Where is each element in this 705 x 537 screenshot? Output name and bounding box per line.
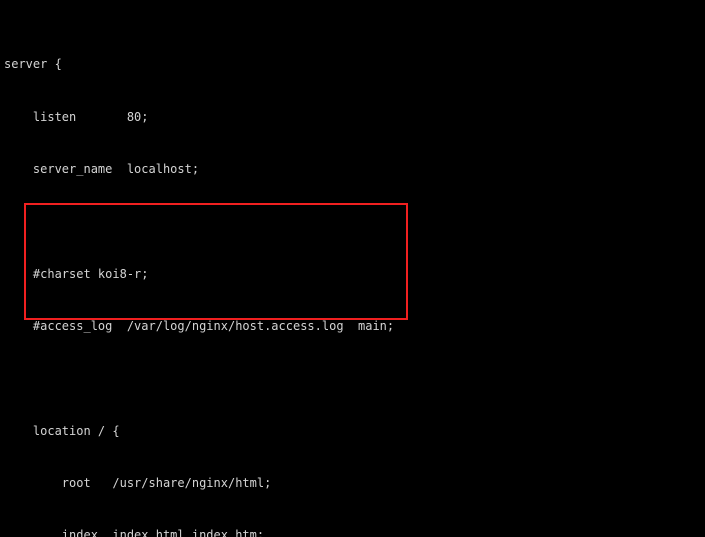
code-line: root /usr/share/nginx/html;	[4, 476, 272, 491]
code-line: server_name localhost;	[4, 162, 200, 177]
config-file-text[interactable]: server { listen 80; server_name localhos…	[0, 4, 705, 537]
code-line: #charset koi8-r;	[4, 266, 149, 281]
code-line: index index.html index.htm;	[4, 528, 265, 537]
code-line: location / {	[4, 423, 120, 438]
code-line: listen 80;	[4, 109, 149, 124]
code-line: server {	[4, 57, 62, 72]
code-line: #access_log /var/log/nginx/host.access.l…	[4, 319, 395, 334]
terminal-window[interactable]: server { listen 80; server_name localhos…	[0, 0, 705, 537]
